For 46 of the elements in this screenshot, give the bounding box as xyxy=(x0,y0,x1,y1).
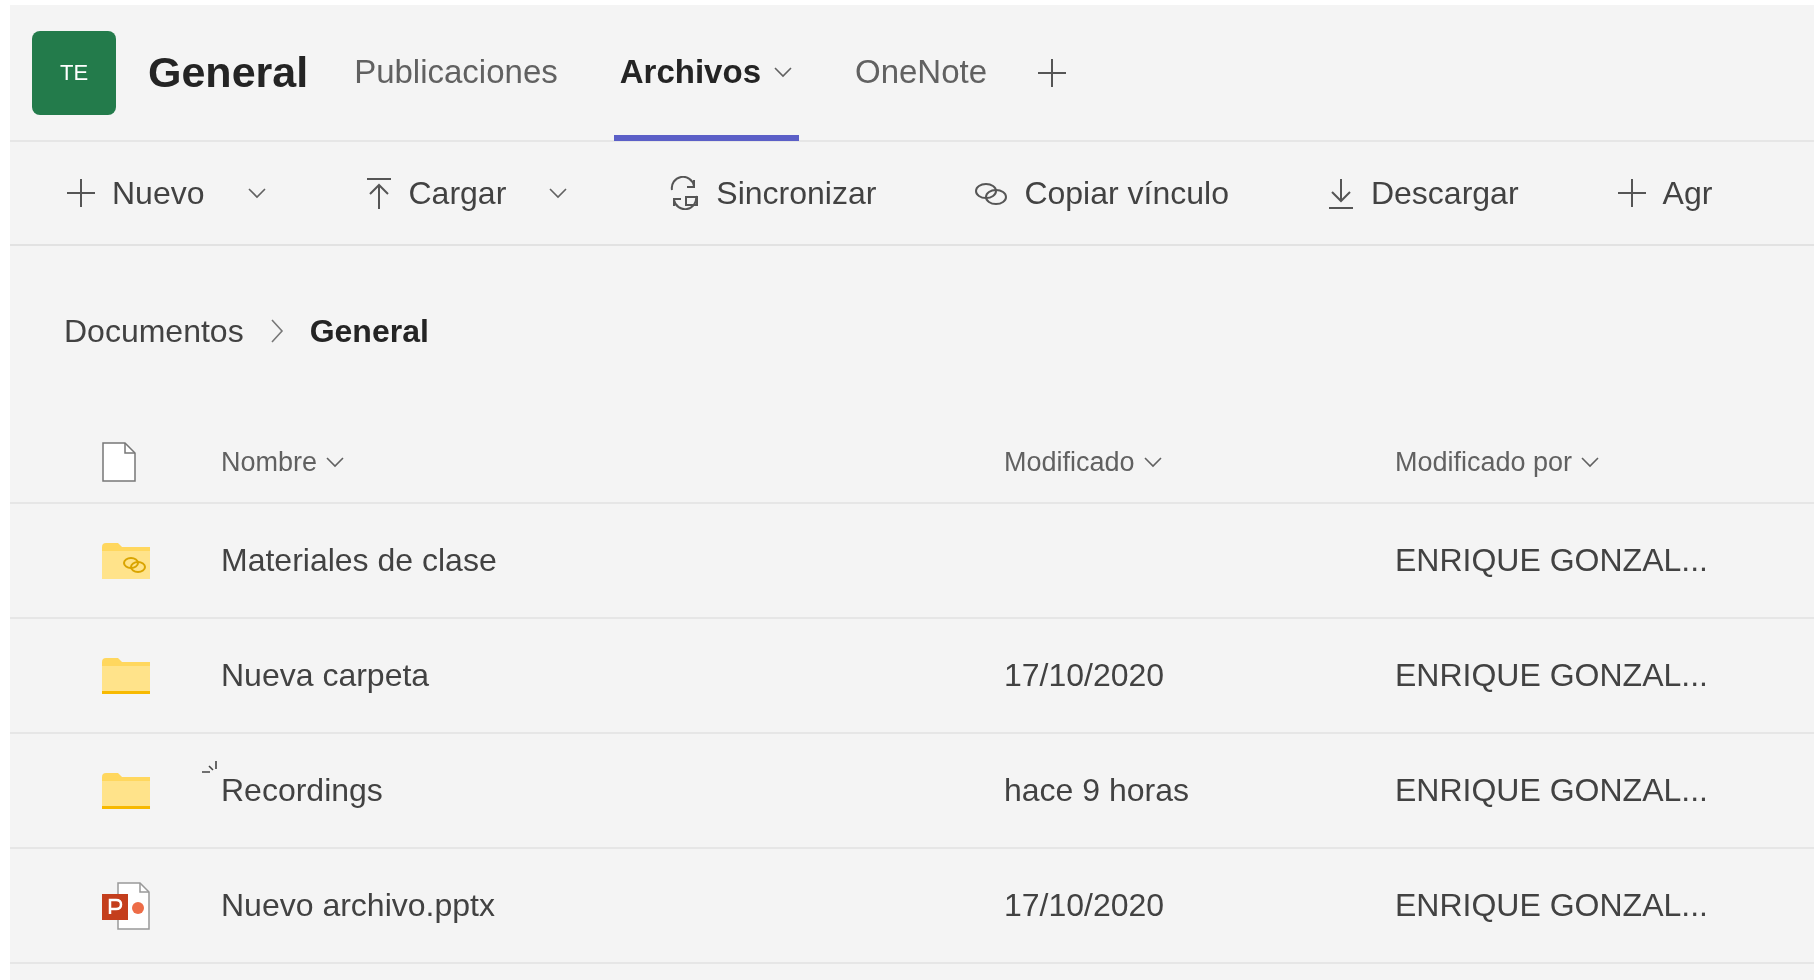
file-name-link[interactable]: Recordings xyxy=(221,772,383,809)
powerpoint-file-icon xyxy=(102,881,150,930)
modified-by-cell-text: ENRIQUE GONZAL... xyxy=(1395,772,1709,809)
chevron-down-icon xyxy=(325,455,346,469)
chevron-down-icon xyxy=(1580,455,1601,469)
add-tab-icon[interactable] xyxy=(1037,57,1068,88)
modified-date-cell-text: 17/10/2020 xyxy=(1004,657,1166,694)
channel-title: General xyxy=(148,48,309,97)
channel-tab[interactable]: Publicaciones xyxy=(348,4,564,141)
chevron-down-icon xyxy=(246,186,267,200)
folder-icon xyxy=(102,657,150,694)
breadcrumb-item[interactable]: Documentos xyxy=(64,312,244,350)
channel-tab[interactable]: Archivos xyxy=(613,4,799,141)
breadcrumb-item: General xyxy=(309,312,429,350)
column-header[interactable]: Nombre xyxy=(221,446,1004,478)
column-header[interactable]: Modificado xyxy=(1004,446,1395,478)
sync-spinner-icon xyxy=(201,760,217,774)
modified-by-cell-text: ENRIQUE GONZAL... xyxy=(1395,887,1709,924)
file-name-link[interactable]: Nueva carpeta xyxy=(221,657,430,694)
toolbar-button[interactable]: Copiar vínculo xyxy=(974,174,1229,212)
chevron-down-icon xyxy=(548,186,569,200)
toolbar-button[interactable]: Agr xyxy=(1616,174,1713,212)
folder-icon xyxy=(102,772,150,809)
modified-by-cell-text: ENRIQUE GONZAL... xyxy=(1395,542,1709,579)
toolbar-button[interactable]: Nuevo xyxy=(66,174,267,212)
download-icon xyxy=(1326,176,1355,210)
modified-by-cell-text: ENRIQUE GONZAL... xyxy=(1395,657,1709,694)
plus-icon xyxy=(66,178,96,208)
file-type-icon xyxy=(102,442,136,482)
upload-icon xyxy=(364,176,393,210)
link-icon xyxy=(974,180,1009,206)
team-avatar: TE xyxy=(32,30,116,115)
chevron-down-icon xyxy=(1142,455,1163,469)
chevron-down-icon xyxy=(773,65,793,79)
shared-folder-icon xyxy=(102,542,150,579)
toolbar-button[interactable]: Cargar xyxy=(364,174,569,212)
channel-tab[interactable]: OneNote xyxy=(849,4,994,141)
column-header[interactable]: Modificado por xyxy=(1395,446,1814,478)
chevron-right-icon xyxy=(269,318,284,344)
plus-icon xyxy=(1616,178,1647,208)
toolbar-button[interactable]: Descargar xyxy=(1326,174,1519,212)
file-name-link[interactable]: Nuevo archivo.pptx xyxy=(221,887,495,924)
modified-date-cell-text: hace 9 horas xyxy=(1004,772,1190,809)
file-name-link[interactable]: Materiales de clase xyxy=(221,542,497,579)
modified-date-cell-text: 17/10/2020 xyxy=(1004,887,1166,924)
toolbar-button[interactable]: Sincronizar xyxy=(666,174,877,212)
